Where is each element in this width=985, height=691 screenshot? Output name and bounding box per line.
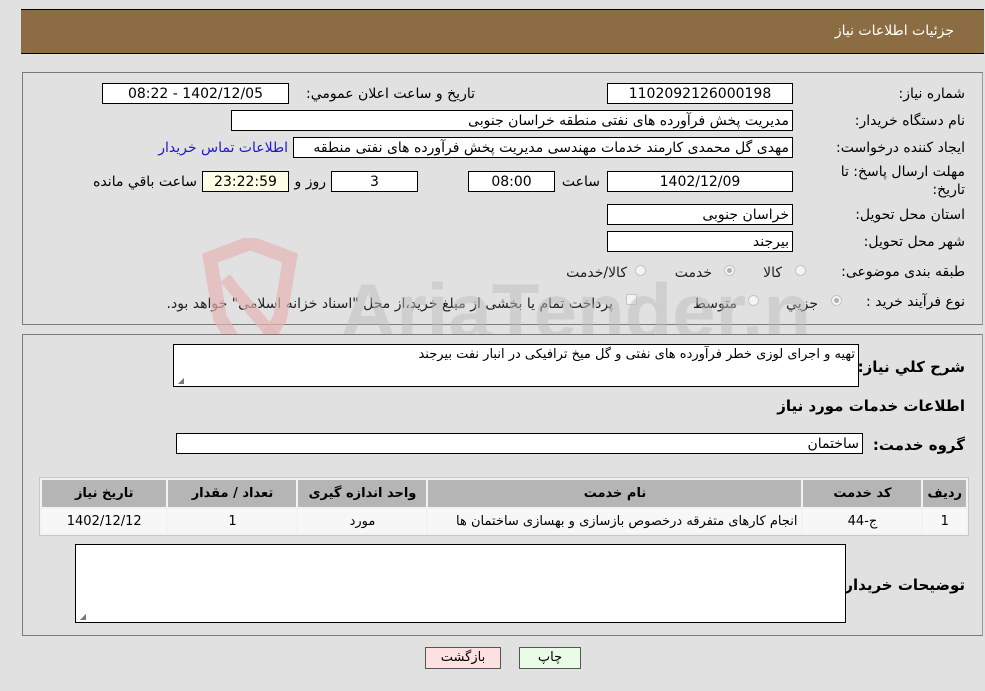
cell-service-name: انجام کارهای متفرقه درخصوص بازسازی و بهس… — [428, 509, 802, 533]
table-header-row: ردیف کد خدمت نام خدمت واحد اندازه گیری ت… — [42, 480, 966, 507]
announce-label: تاريخ و ساعت اعلان عمومي: — [306, 86, 475, 102]
description-text: تهیه و اجرای لوزی خطر فرآورده های نفتی و… — [418, 347, 855, 362]
category-option-service: خدمت — [674, 265, 712, 281]
cell-quantity: 1 — [168, 509, 297, 533]
province-label: استان محل تحویل: — [855, 207, 965, 223]
buyer-notes-textarea[interactable]: ◢ — [75, 544, 846, 623]
services-table: ردیف کد خدمت نام خدمت واحد اندازه گیری ت… — [39, 477, 969, 536]
deadline-time-field[interactable]: 08:00 — [468, 171, 555, 192]
category-radio-service[interactable] — [724, 265, 735, 276]
purchase-type-label: نوع فرآیند خرید : — [866, 294, 965, 310]
col-unit: واحد اندازه گیری — [298, 480, 427, 507]
services-section-title: اطلاعات خدمات مورد نياز — [777, 397, 965, 415]
page-title: جزئیات اطلاعات نیاز — [834, 23, 954, 39]
back-button[interactable]: بازگشت — [425, 647, 501, 669]
resize-grip-icon[interactable]: ◢ — [176, 377, 184, 385]
page-header: جزئیات اطلاعات نیاز — [21, 9, 984, 54]
service-group-field[interactable]: ساختمان — [176, 433, 863, 454]
description-textarea[interactable]: تهیه و اجرای لوزی خطر فرآورده های نفتی و… — [173, 344, 859, 387]
deadline-date-field[interactable]: 1402/12/09 — [607, 171, 793, 192]
category-radio-goods[interactable] — [795, 265, 806, 276]
city-label: شهر محل تحویل: — [863, 234, 965, 250]
deadline-label-date: تاریخ: — [932, 182, 965, 198]
requester-label: ایجاد کننده درخواست: — [836, 140, 965, 156]
city-field[interactable]: بیرجند — [607, 231, 793, 252]
col-service-name: نام خدمت — [428, 480, 802, 507]
province-field[interactable]: خراسان جنوبی — [607, 204, 793, 225]
need-number-field[interactable]: 1102092126000198 — [607, 83, 793, 104]
category-radio-goods-service[interactable] — [635, 265, 646, 276]
purchase-type-radio-minor[interactable] — [831, 295, 842, 306]
requester-field[interactable]: مهدی گل محمدی کارمند خدمات مهندسی مدیریت… — [293, 137, 793, 158]
col-need-date: تاریخ نیاز — [42, 480, 167, 507]
buyer-notes-label: توضیحات خریدار: — [838, 576, 965, 594]
buyer-org-field[interactable]: مدیریت پخش فرآورده های نفتی منطقه خراسان… — [231, 110, 793, 131]
remaining-label: ساعت باقي مانده — [93, 174, 197, 190]
purchase-type-radio-medium[interactable] — [748, 295, 759, 306]
description-label: شرح كلي نياز: — [857, 358, 965, 376]
col-service-code: کد خدمت — [803, 480, 922, 507]
category-option-goods: کالا — [763, 265, 782, 281]
deadline-time-label: ساعت — [561, 174, 600, 190]
table-row: 1 ج-44 انجام کارهای متفرقه درخصوص بازساز… — [42, 509, 966, 533]
buyer-org-label: نام دستگاه خریدار: — [854, 113, 965, 129]
deadline-label: مهلت ارسال پاسخ: تا — [840, 164, 965, 180]
resize-grip-icon[interactable]: ◢ — [78, 613, 86, 621]
cell-need-date: 1402/12/12 — [42, 509, 167, 533]
print-button[interactable]: چاپ — [519, 647, 581, 669]
treasury-note: پرداخت تمام یا بخشی از مبلغ خرید،از محل … — [166, 296, 613, 312]
need-number-label: شماره نیاز: — [898, 86, 966, 102]
remaining-time-field: 23:22:59 — [202, 171, 289, 192]
buyer-contact-link[interactable]: اطلاعات تماس خریدار — [158, 140, 288, 156]
cell-unit: مورد — [298, 509, 427, 533]
category-option-goods-service: کالا/خدمت — [566, 265, 627, 281]
cell-row-number: 1 — [923, 509, 966, 533]
purchase-type-option-minor: جزيي — [786, 296, 818, 312]
days-field[interactable]: 3 — [331, 171, 418, 192]
cell-service-code: ج-44 — [803, 509, 922, 533]
announce-field[interactable]: 1402/12/05 - 08:22 — [102, 83, 289, 104]
col-row-number: ردیف — [923, 480, 966, 507]
treasury-checkbox[interactable] — [626, 294, 637, 305]
category-label: طبقه بندی موضوعی: — [841, 264, 965, 280]
days-label: روز و — [294, 174, 327, 190]
purchase-type-option-medium: متوسط — [693, 296, 737, 312]
col-quantity: تعداد / مقدار — [168, 480, 297, 507]
service-group-label: گروه خدمت: — [872, 436, 965, 454]
